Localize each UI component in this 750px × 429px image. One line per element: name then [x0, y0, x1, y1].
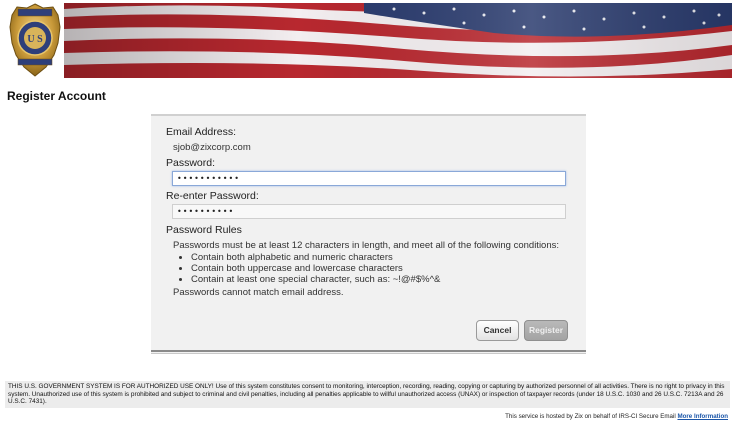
password-rule-item: Contain both alphabetic and numeric char… [191, 252, 440, 263]
password-rules-list: Contain both alphabetic and numeric char… [181, 252, 440, 285]
email-value: sjob@zixcorp.com [173, 142, 251, 153]
password-label: Password: [166, 157, 216, 169]
email-label: Email Address: [166, 126, 237, 138]
more-information-link[interactable]: More Information [677, 413, 728, 420]
badge-letters: U S [27, 34, 43, 45]
password-input[interactable]: ••••••••••• [172, 171, 566, 186]
reenter-password-input[interactable]: •••••••••• [172, 204, 566, 219]
password-rules-heading: Password Rules [166, 224, 242, 236]
government-system-notice: THIS U.S. GOVERNMENT SYSTEM IS FOR AUTHO… [5, 381, 730, 408]
hosted-by-label: This service is hosted by Zix on behalf … [505, 413, 676, 420]
reenter-password-label: Re-enter Password: [166, 190, 259, 202]
american-flag-banner [64, 3, 732, 78]
password-rules-intro: Passwords must be at least 12 characters… [173, 240, 560, 251]
password-rules-note: Passwords cannot match email address. [173, 287, 344, 298]
panel-divider [151, 353, 586, 354]
password-rule-item: Contain at least one special character, … [191, 274, 440, 285]
page-title: Register Account [7, 89, 106, 103]
page-header: U S [0, 0, 750, 82]
register-form-panel: Email Address: sjob@zixcorp.com Password… [151, 114, 586, 354]
hosted-by-text: This service is hosted by Zix on behalf … [505, 413, 728, 420]
register-button[interactable]: Register [524, 320, 568, 341]
cancel-button[interactable]: Cancel [476, 320, 519, 341]
irs-ci-badge-logo: U S [9, 3, 61, 77]
password-rule-item: Contain both uppercase and lowercase cha… [191, 263, 440, 274]
panel-divider [151, 350, 586, 352]
